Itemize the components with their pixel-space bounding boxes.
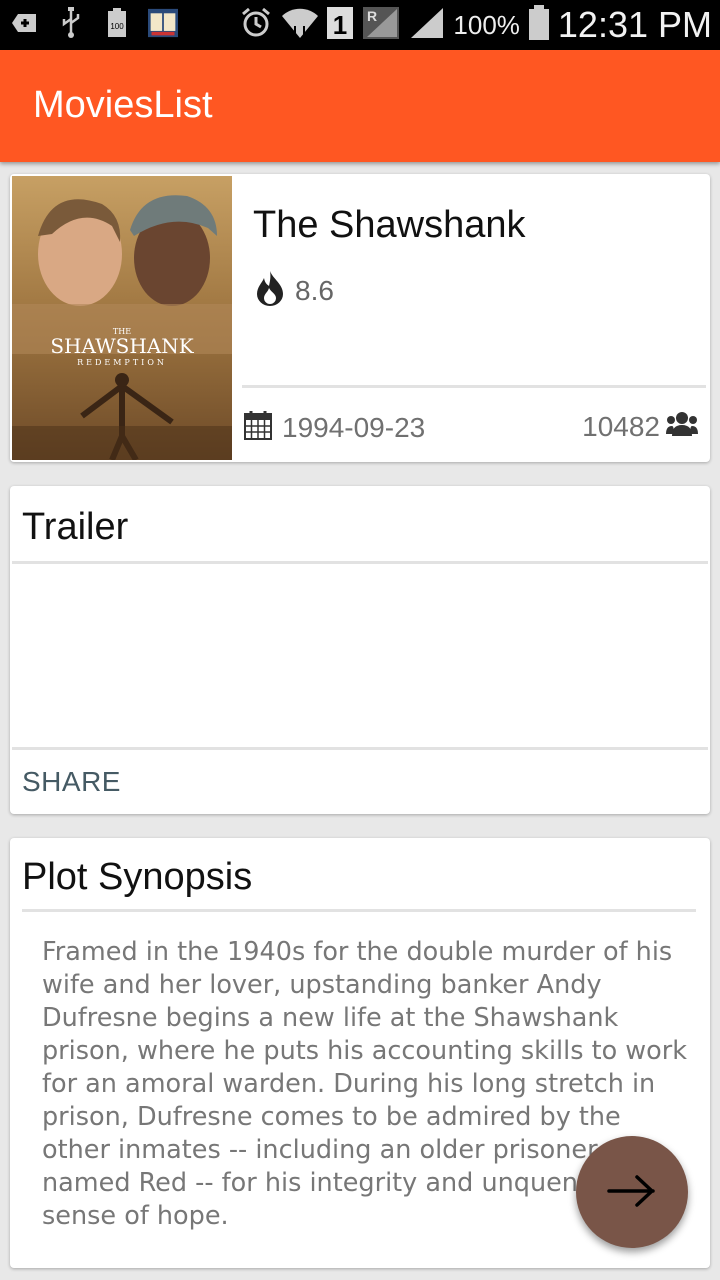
- votes-row: 10482: [582, 410, 698, 443]
- wifi-icon: [281, 6, 319, 45]
- arrow-right-icon: [607, 1174, 657, 1211]
- movie-card: THE SHAWSHANK REDEMPTION The Shawshank 8…: [10, 174, 710, 462]
- next-fab-button[interactable]: [576, 1136, 688, 1248]
- vote-count: 10482: [582, 410, 660, 442]
- svg-text:R: R: [367, 8, 377, 24]
- cell-signal-icon: [409, 6, 445, 45]
- plot-divider: [22, 909, 696, 912]
- app-bar: MoviesList: [0, 50, 720, 162]
- battery-icon: [528, 4, 550, 46]
- battery-percent: 100%: [453, 9, 520, 40]
- movie-title: The Shawshank: [253, 204, 526, 246]
- svg-text:REDEMPTION: REDEMPTION: [77, 358, 167, 367]
- flame-icon: [255, 270, 285, 311]
- rating-row: 8.6: [255, 270, 334, 311]
- trailer-divider-bottom: [12, 747, 708, 750]
- movie-poster: THE SHAWSHANK REDEMPTION: [12, 176, 232, 460]
- trailer-divider-top: [12, 561, 708, 564]
- status-bar: 100 1 R 100% 12:31 PM: [0, 0, 720, 50]
- add-notification-icon: [10, 6, 40, 40]
- svg-text:SHAWSHANK: SHAWSHANK: [50, 334, 194, 358]
- usb-icon: [56, 6, 86, 40]
- alarm-icon: [239, 6, 273, 45]
- trailer-heading: Trailer: [22, 506, 129, 548]
- roaming-signal-icon: R: [363, 5, 401, 46]
- calendar-icon: [244, 410, 272, 445]
- users-icon: [666, 410, 698, 443]
- svg-text:1: 1: [333, 10, 347, 40]
- svg-text:100: 100: [110, 22, 124, 31]
- release-date: 1994-09-23: [282, 411, 426, 443]
- sim-signal-icon: 1: [327, 5, 355, 46]
- movie-card-divider: [242, 385, 706, 388]
- trailer-card: Trailer SHARE: [10, 486, 710, 814]
- book-app-icon: [148, 6, 178, 40]
- release-date-row: 1994-09-23: [244, 410, 425, 445]
- app-title: MoviesList: [33, 84, 213, 126]
- status-time: 12:31 PM: [557, 4, 712, 45]
- plot-heading: Plot Synopsis: [22, 856, 253, 898]
- rating-value: 8.6: [295, 274, 334, 306]
- battery-100-icon: 100: [102, 6, 132, 40]
- share-button[interactable]: SHARE: [22, 766, 121, 798]
